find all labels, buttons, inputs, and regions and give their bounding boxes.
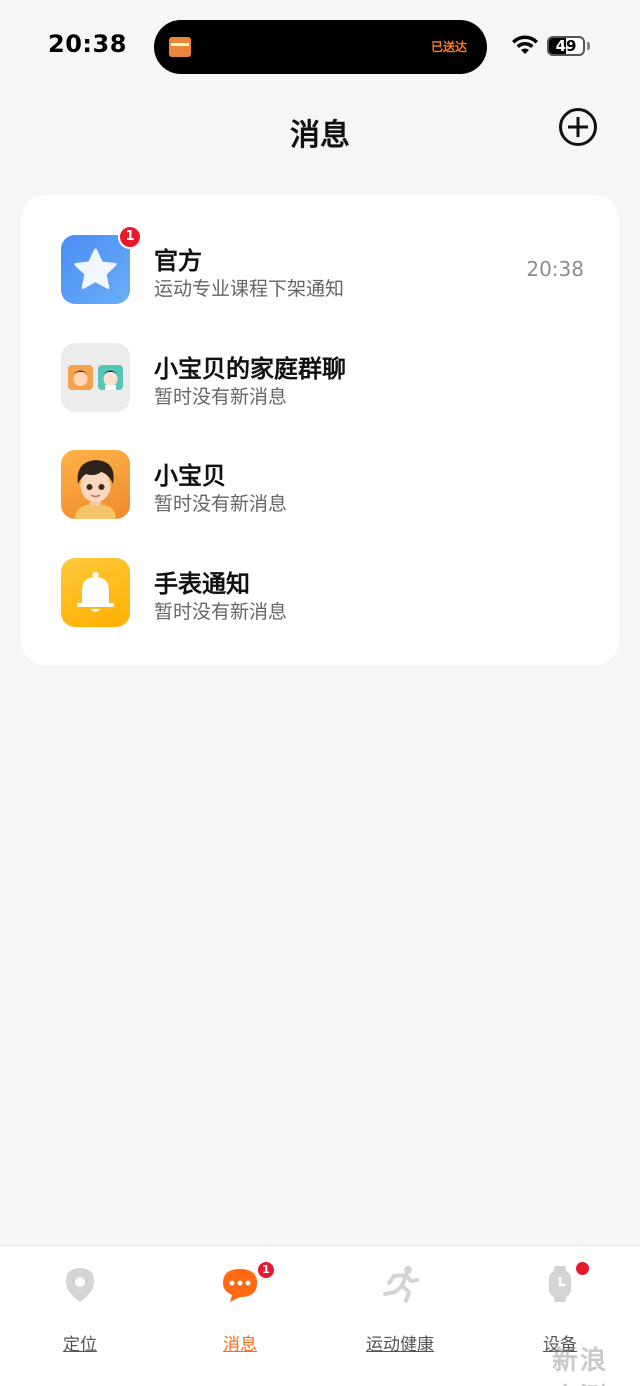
notification-dot <box>576 1262 589 1275</box>
dynamic-island[interactable]: 已送达 <box>154 20 487 74</box>
kid-avatar-icon <box>75 460 116 519</box>
tab-badge: 1 <box>256 1260 276 1280</box>
status-time: 20:38 <box>48 30 127 58</box>
package-icon <box>169 37 191 57</box>
battery-nub <box>587 42 590 50</box>
location-pin-icon <box>66 1268 94 1302</box>
group-avatar-icon <box>68 365 123 390</box>
tab-label: 消息 <box>223 1335 257 1355</box>
island-status-text: 已送达 <box>430 40 467 54</box>
kid-avatar <box>61 450 130 519</box>
conversation-preview: 暂时没有新消息 <box>154 386 288 408</box>
tab-sports-health[interactable]: 运动健康 <box>320 1264 480 1364</box>
battery-level: 49 <box>555 37 577 55</box>
watermark: 新浪 众测 <box>552 1346 609 1386</box>
unread-badge: 1 <box>118 225 142 249</box>
bottom-tab-bar: 定位 1 消息 运动健康 设备 <box>0 1245 640 1386</box>
group-avatar <box>61 343 130 412</box>
conversation-name: 手表通知 <box>154 570 250 598</box>
tab-label: 运动健康 <box>366 1335 434 1355</box>
conversation-preview: 暂时没有新消息 <box>154 493 288 515</box>
chat-bubble-icon <box>223 1269 257 1302</box>
conversation-row-watch-notice[interactable]: 手表通知 暂时没有新消息 <box>21 550 619 650</box>
conversation-name: 小宝贝的家庭群聊 <box>154 355 346 383</box>
star-icon <box>74 248 117 289</box>
conversation-list: 1 官方 运动专业课程下架通知 20:38 小宝贝的家庭群聊 暂时没有新消息 小… <box>21 195 619 665</box>
add-button[interactable] <box>559 108 597 146</box>
conversation-preview: 运动专业课程下架通知 <box>154 278 345 300</box>
battery-icon: 49 <box>547 36 585 56</box>
tab-label: 定位 <box>63 1335 97 1355</box>
conversation-row-official[interactable]: 1 官方 运动专业课程下架通知 20:38 <box>21 225 619 327</box>
conversation-name: 官方 <box>154 247 202 275</box>
official-avatar: 1 <box>61 225 142 304</box>
watch-icon <box>549 1266 571 1302</box>
tab-messages[interactable]: 1 消息 <box>160 1260 320 1364</box>
wifi-icon <box>512 35 538 54</box>
tab-location[interactable]: 定位 <box>0 1264 160 1364</box>
conversation-row-baby[interactable]: 小宝贝 暂时没有新消息 <box>21 442 619 542</box>
conversation-row-family-group[interactable]: 小宝贝的家庭群聊 暂时没有新消息 <box>21 335 619 435</box>
running-icon <box>383 1266 419 1303</box>
conversation-preview: 暂时没有新消息 <box>154 601 288 623</box>
conversation-time: 20:38 <box>526 257 584 281</box>
conversation-name: 小宝贝 <box>154 462 226 490</box>
bell-avatar <box>61 558 130 627</box>
page-title: 消息 <box>290 118 350 153</box>
bell-icon <box>77 572 114 612</box>
